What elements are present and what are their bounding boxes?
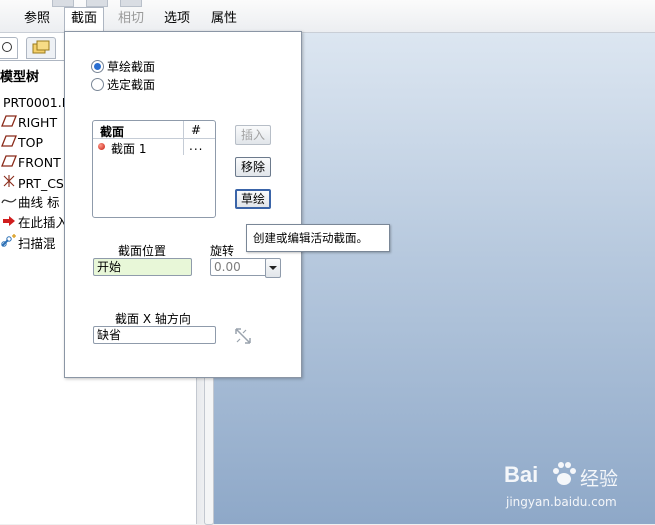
selected-sections-radio[interactable] xyxy=(91,78,104,91)
tab-stub xyxy=(52,0,74,7)
column-divider xyxy=(183,121,184,138)
tree-item-label: PRT_CS xyxy=(18,176,64,191)
coordinate-system-icon xyxy=(0,174,18,193)
column-header-section: 截面 xyxy=(100,125,125,139)
sweep-blend-icon xyxy=(0,234,18,253)
section-value: ... xyxy=(189,139,204,153)
remove-button[interactable]: 移除 xyxy=(235,157,271,177)
sketch-tooltip: 创建或编辑活动截面。 xyxy=(246,224,390,252)
column-header-number: # xyxy=(191,123,202,137)
flip-direction-icon[interactable] xyxy=(234,327,252,345)
sketch-button[interactable]: 草绘 xyxy=(235,189,271,209)
datum-plane-icon xyxy=(0,154,18,172)
tree-item-label: 在此插入 xyxy=(18,215,69,230)
tree-item-insert-here[interactable]: 在此插入 xyxy=(0,214,68,232)
insert-button: 插入 xyxy=(235,125,271,145)
tree-item-label: RIGHT xyxy=(18,115,58,130)
folders-icon xyxy=(32,40,50,54)
tree-item-coordinate-system[interactable]: PRT_CS xyxy=(0,174,64,192)
tab-options[interactable]: 选项 xyxy=(158,8,196,30)
model-tree-icon xyxy=(2,42,12,52)
x-axis-direction-field[interactable]: 缺省 xyxy=(93,326,216,344)
section-location-field[interactable]: 开始 xyxy=(93,258,192,276)
baidu-jingyan-watermark: Bai 经验 jingyan.baidu.com xyxy=(504,458,644,518)
model-tree-tab[interactable] xyxy=(0,37,18,59)
rotation-dropdown-button[interactable] xyxy=(265,258,281,278)
table-row[interactable]: 截面 1 ... xyxy=(93,139,215,156)
tree-item-label: 曲线 标 xyxy=(18,195,60,210)
datum-plane-icon xyxy=(0,134,18,152)
selected-sections-label: 选定截面 xyxy=(107,78,156,92)
tree-item-top[interactable]: TOP xyxy=(0,134,43,152)
section-location-label: 截面位置 xyxy=(118,244,167,258)
tree-item-sweep-blend[interactable]: 扫描混 xyxy=(0,234,56,252)
watermark-brand: Bai xyxy=(504,462,539,487)
tree-item-label: FRONT xyxy=(18,155,61,170)
insert-here-arrow-icon xyxy=(0,214,18,232)
tree-item-label: TOP xyxy=(18,135,44,150)
column-divider xyxy=(183,139,184,155)
tab-stub xyxy=(120,0,142,7)
tree-item-curve[interactable]: 曲线 标 xyxy=(0,194,59,212)
tree-item-label: 扫描混 xyxy=(18,236,56,251)
table-header: 截面 # xyxy=(93,121,215,139)
sections-panel: 草绘截面 选定截面 截面 # 截面 1 ... 插入 移除 草绘 截面位置 开始… xyxy=(64,31,302,378)
folder-browser-tab[interactable] xyxy=(26,37,56,59)
sections-table: 截面 # 截面 1 ... xyxy=(92,120,216,218)
tab-references[interactable]: 参照 xyxy=(18,8,56,30)
sketched-sections-label: 草绘截面 xyxy=(107,60,156,74)
rotation-label: 旋转 xyxy=(210,244,235,258)
watermark-url: jingyan.baidu.com xyxy=(506,495,617,509)
tree-item-right[interactable]: RIGHT xyxy=(0,114,57,132)
tab-stub xyxy=(86,0,108,7)
active-section-dot-icon xyxy=(98,143,105,150)
tab-properties[interactable]: 属性 xyxy=(205,8,243,30)
curve-icon xyxy=(0,194,18,212)
watermark-brand-suffix: 经验 xyxy=(580,468,619,490)
splitter-grip[interactable] xyxy=(204,373,214,525)
chevron-down-icon xyxy=(269,266,277,270)
datum-plane-icon xyxy=(0,114,18,132)
sketched-sections-radio[interactable] xyxy=(91,60,104,73)
rotation-input[interactable]: 0.00 xyxy=(210,258,267,276)
section-name: 截面 1 xyxy=(111,142,147,156)
tree-item-label: PRT0001.P xyxy=(3,95,70,110)
model-tree-title: 模型树 xyxy=(0,70,40,85)
x-axis-direction-label: 截面 X 轴方向 xyxy=(115,312,191,326)
tab-tangency: 相切 xyxy=(118,11,145,26)
tab-sections[interactable]: 截面 xyxy=(64,7,105,33)
tree-item-part[interactable]: PRT0001.P xyxy=(3,94,69,112)
feature-dashboard-tabbar: 参照 截面 相切 选项 属性 xyxy=(0,0,655,33)
tree-item-front[interactable]: FRONT xyxy=(0,154,61,172)
paw-logo-icon xyxy=(553,462,576,485)
